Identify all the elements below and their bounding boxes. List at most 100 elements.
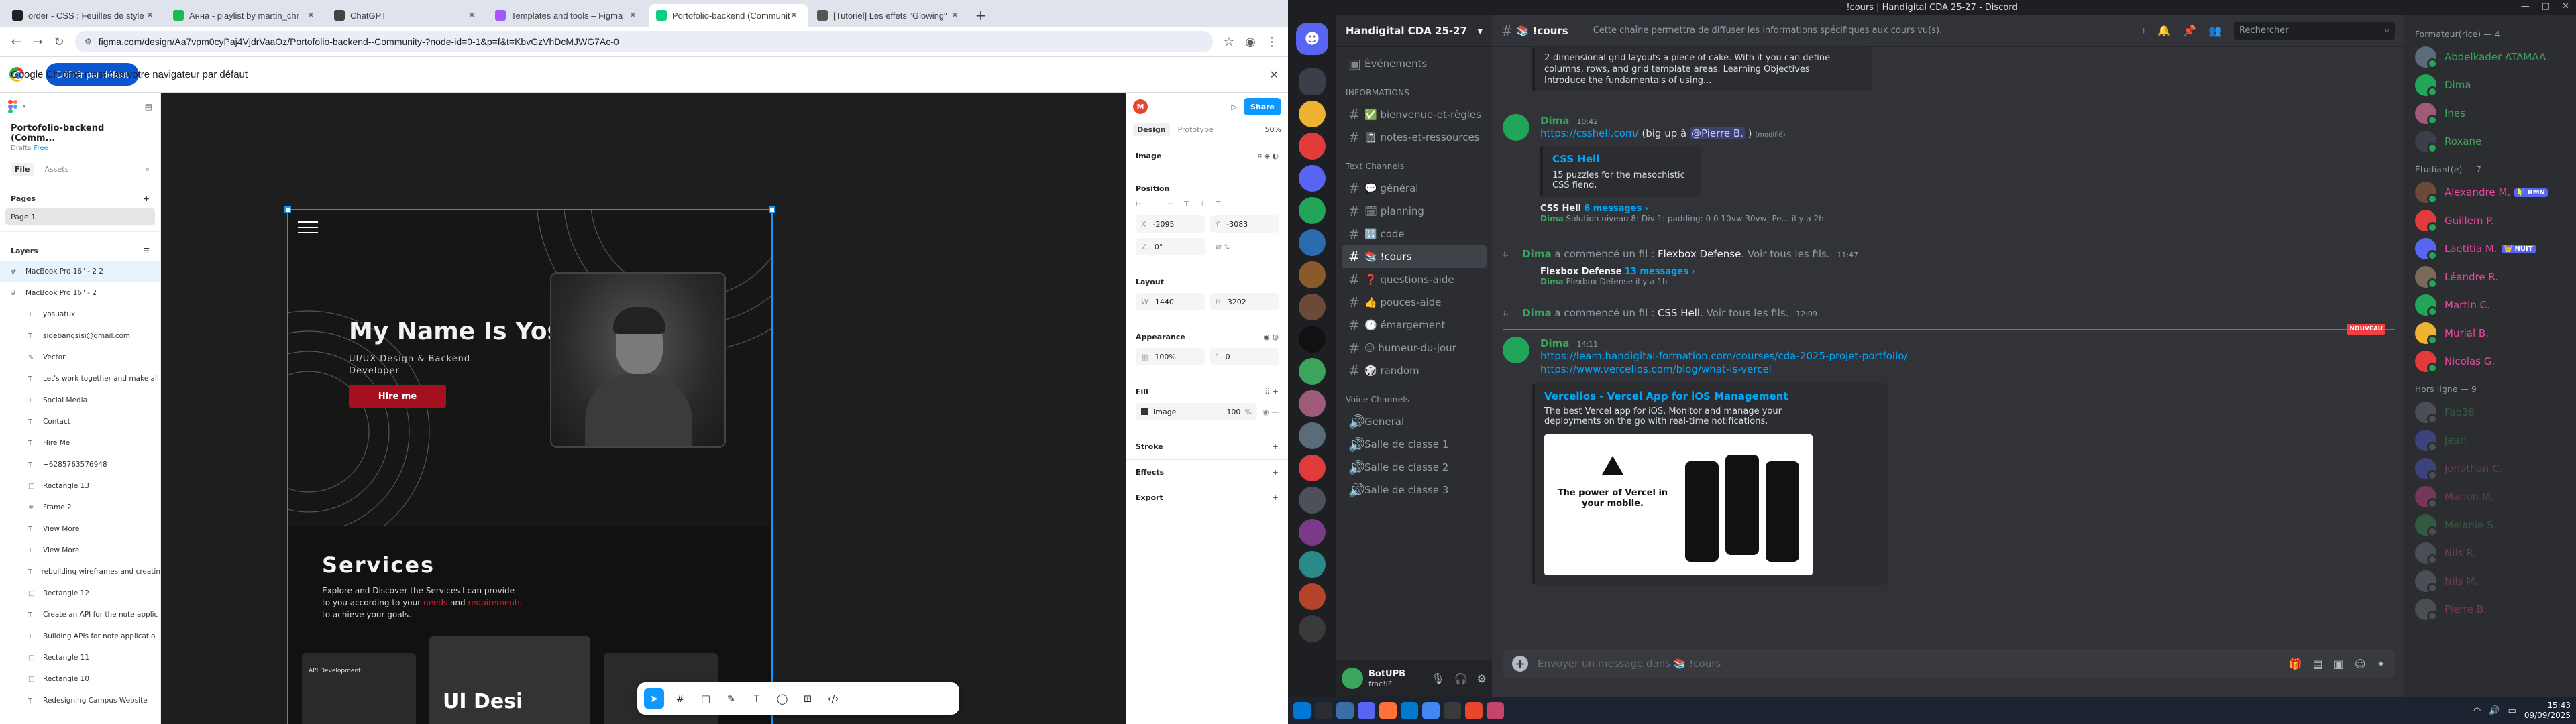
- width-field[interactable]: W 1440: [1136, 293, 1205, 310]
- server-icon[interactable]: [1299, 551, 1326, 578]
- dev-mode-icon[interactable]: ‹/›: [824, 688, 843, 709]
- layer-item[interactable]: T View More: [0, 540, 160, 561]
- text-channel[interactable]: # ✅ bienvenue-et-règles: [1342, 103, 1487, 126]
- member-item[interactable]: Melanie S.: [2415, 511, 2571, 539]
- server-icon[interactable]: [1299, 519, 1326, 546]
- rotation-field[interactable]: ∠ 0°: [1136, 238, 1205, 255]
- search-input[interactable]: Rechercher ⌕: [2234, 21, 2395, 40]
- add-attachment-icon[interactable]: +: [1512, 656, 1528, 672]
- server-icon[interactable]: [1299, 261, 1326, 288]
- eye-icon[interactable]: ◉ —: [1263, 408, 1279, 416]
- close-tab-icon[interactable]: ✕: [629, 10, 640, 21]
- avatar[interactable]: [1503, 114, 1529, 141]
- volume-icon[interactable]: 🔊: [2489, 706, 2500, 716]
- sidebar-toggle-icon[interactable]: ▤: [145, 102, 152, 111]
- firefox-icon[interactable]: [1379, 702, 1397, 719]
- server-header[interactable]: Handigital CDA 25-27 ▾: [1336, 15, 1492, 47]
- move-tool-icon[interactable]: ➤: [644, 688, 664, 709]
- layer-item[interactable]: T Redesigning Campus Website: [0, 690, 160, 711]
- search-icon[interactable]: ⌕: [146, 165, 150, 174]
- thread-preview[interactable]: CSS Hell 6 messages › Dima Solution nive…: [1540, 204, 2375, 223]
- layer-frame[interactable]: # MacBook Pro 16" - 2: [0, 282, 160, 304]
- sticker-icon[interactable]: ▣: [2334, 658, 2344, 670]
- close-tab-icon[interactable]: ✕: [951, 10, 962, 21]
- align-controls[interactable]: ⊢ ⊥ ⊣ ⊤ ⊥ ⊤: [1136, 200, 1279, 208]
- close-icon[interactable]: ✕: [2562, 1, 2569, 11]
- message-author[interactable]: Dima: [1540, 337, 1569, 349]
- voice-channel[interactable]: 🔊 Salle de classe 3: [1342, 479, 1487, 501]
- text-channel[interactable]: # 😐 humeur-du-jour: [1342, 337, 1487, 359]
- server-icon[interactable]: [1299, 101, 1326, 127]
- category-voice[interactable]: Voice Channels: [1342, 390, 1487, 409]
- text-channel[interactable]: # 🕐 émargement: [1342, 314, 1487, 337]
- layer-item[interactable]: Trebuilding wireframes and creatin: [0, 561, 160, 583]
- message-author[interactable]: Dima: [1540, 115, 1569, 127]
- pen-tool-icon[interactable]: ✎: [722, 688, 741, 709]
- member-item[interactable]: Martin C.: [2415, 291, 2571, 319]
- add-stroke-icon[interactable]: +: [1273, 442, 1279, 451]
- tab-assets[interactable]: Assets: [45, 165, 69, 174]
- app-icon[interactable]: [1465, 702, 1483, 719]
- site-info-icon[interactable]: ⚙: [85, 37, 92, 46]
- tab-file[interactable]: File: [11, 163, 34, 176]
- profile-icon[interactable]: ◉: [1240, 31, 1261, 52]
- layer-item[interactable]: □ Rectangle 13: [0, 475, 160, 497]
- member-item[interactable]: Murial B.: [2415, 319, 2571, 347]
- resize-handle[interactable]: [284, 206, 291, 213]
- clock[interactable]: 15:43 09/09/2025: [2524, 701, 2571, 721]
- server-icon[interactable]: [1299, 133, 1326, 160]
- figma-canvas[interactable]: My Name Is Yosua UI/UX Design & Backend …: [161, 93, 1126, 724]
- layer-item[interactable]: Tyosuatux: [0, 304, 160, 325]
- server-icon[interactable]: [1299, 583, 1326, 610]
- server-icon[interactable]: [1299, 358, 1326, 385]
- vscode-icon[interactable]: [1401, 702, 1418, 719]
- user-mention[interactable]: @Pierre B.: [1689, 127, 1745, 139]
- rectangle-tool-icon[interactable]: □: [696, 688, 715, 709]
- member-item[interactable]: Nils M.: [2415, 567, 2571, 595]
- layer-item[interactable]: ✎ Vector: [0, 347, 160, 368]
- add-effect-icon[interactable]: +: [1273, 468, 1279, 477]
- tab-prototype[interactable]: Prototype: [1178, 125, 1214, 134]
- message-link[interactable]: https://csshell.com/: [1540, 127, 1639, 139]
- channel-topic[interactable]: Cette chaîne permettra de diffuser les i…: [1581, 25, 2018, 36]
- notice-thread[interactable]: CSS Hell: [1658, 307, 1700, 319]
- browser-tab[interactable]: Portofolio-backend (Community) ✕: [649, 4, 808, 27]
- fill-type-field[interactable]: Image 100%: [1136, 403, 1257, 420]
- voice-channel[interactable]: 🔊 General: [1342, 410, 1487, 433]
- member-item[interactable]: Nicolas G.: [2415, 347, 2571, 375]
- text-channel[interactable]: # 🎲 random: [1342, 359, 1487, 382]
- member-item[interactable]: Jonathan C.: [2415, 455, 2571, 483]
- message-link[interactable]: https://www.vercelios.com/blog/what-is-v…: [1540, 363, 2375, 376]
- layer-item[interactable]: □ Rectangle 10: [0, 668, 160, 690]
- layer-item[interactable]: T Building APIs for note applicatio: [0, 625, 160, 647]
- layer-item[interactable]: T Contact: [0, 411, 160, 432]
- text-channel[interactable]: # 📓 notes-et-ressources: [1342, 126, 1487, 149]
- new-tab-icon[interactable]: +: [971, 6, 990, 25]
- server-icon[interactable]: [1299, 197, 1326, 224]
- browser-tab[interactable]: Templates and tools – Figma ✕: [488, 4, 647, 27]
- threads-icon[interactable]: ⌗: [2139, 24, 2145, 38]
- browser-tab[interactable]: [Tutoriel] Les effets "Glowing" ✕: [810, 4, 969, 27]
- close-tab-icon[interactable]: ✕: [307, 10, 318, 21]
- member-item[interactable]: Marion M.: [2415, 483, 2571, 511]
- bookmark-star-icon[interactable]: ☆: [1218, 31, 1240, 52]
- text-channel[interactable]: # 🗓 planning: [1342, 200, 1487, 223]
- headphones-icon[interactable]: 🎧: [1454, 672, 1468, 685]
- explorer-icon[interactable]: [1315, 702, 1332, 719]
- apps-icon[interactable]: ✦: [2377, 658, 2385, 670]
- server-icon[interactable]: [1299, 294, 1326, 320]
- close-icon[interactable]: ✕: [1270, 68, 1279, 81]
- notice-thread[interactable]: Flexbox Defense: [1658, 248, 1741, 260]
- y-field[interactable]: Y -3083: [1210, 215, 1279, 233]
- flip-icons[interactable]: ⇄ ⇅ ⋮: [1210, 238, 1279, 255]
- browser-tab[interactable]: ChatGPT ✕: [327, 4, 486, 27]
- text-channel[interactable]: # 👍 pouces-aide: [1342, 291, 1487, 314]
- app-icon[interactable]: [1487, 702, 1504, 719]
- layer-item[interactable]: T View More: [0, 518, 160, 540]
- layer-item[interactable]: □ Rectangle 12: [0, 583, 160, 604]
- member-item[interactable]: Ines: [2415, 99, 2571, 127]
- chevron-down-icon[interactable]: ▾: [23, 103, 26, 110]
- actions-tool-icon[interactable]: ⊞: [798, 688, 817, 709]
- thread-preview[interactable]: Flexbox Defense 13 messages › Dima Flexb…: [1540, 267, 1695, 286]
- avatar[interactable]: M: [1133, 99, 1148, 114]
